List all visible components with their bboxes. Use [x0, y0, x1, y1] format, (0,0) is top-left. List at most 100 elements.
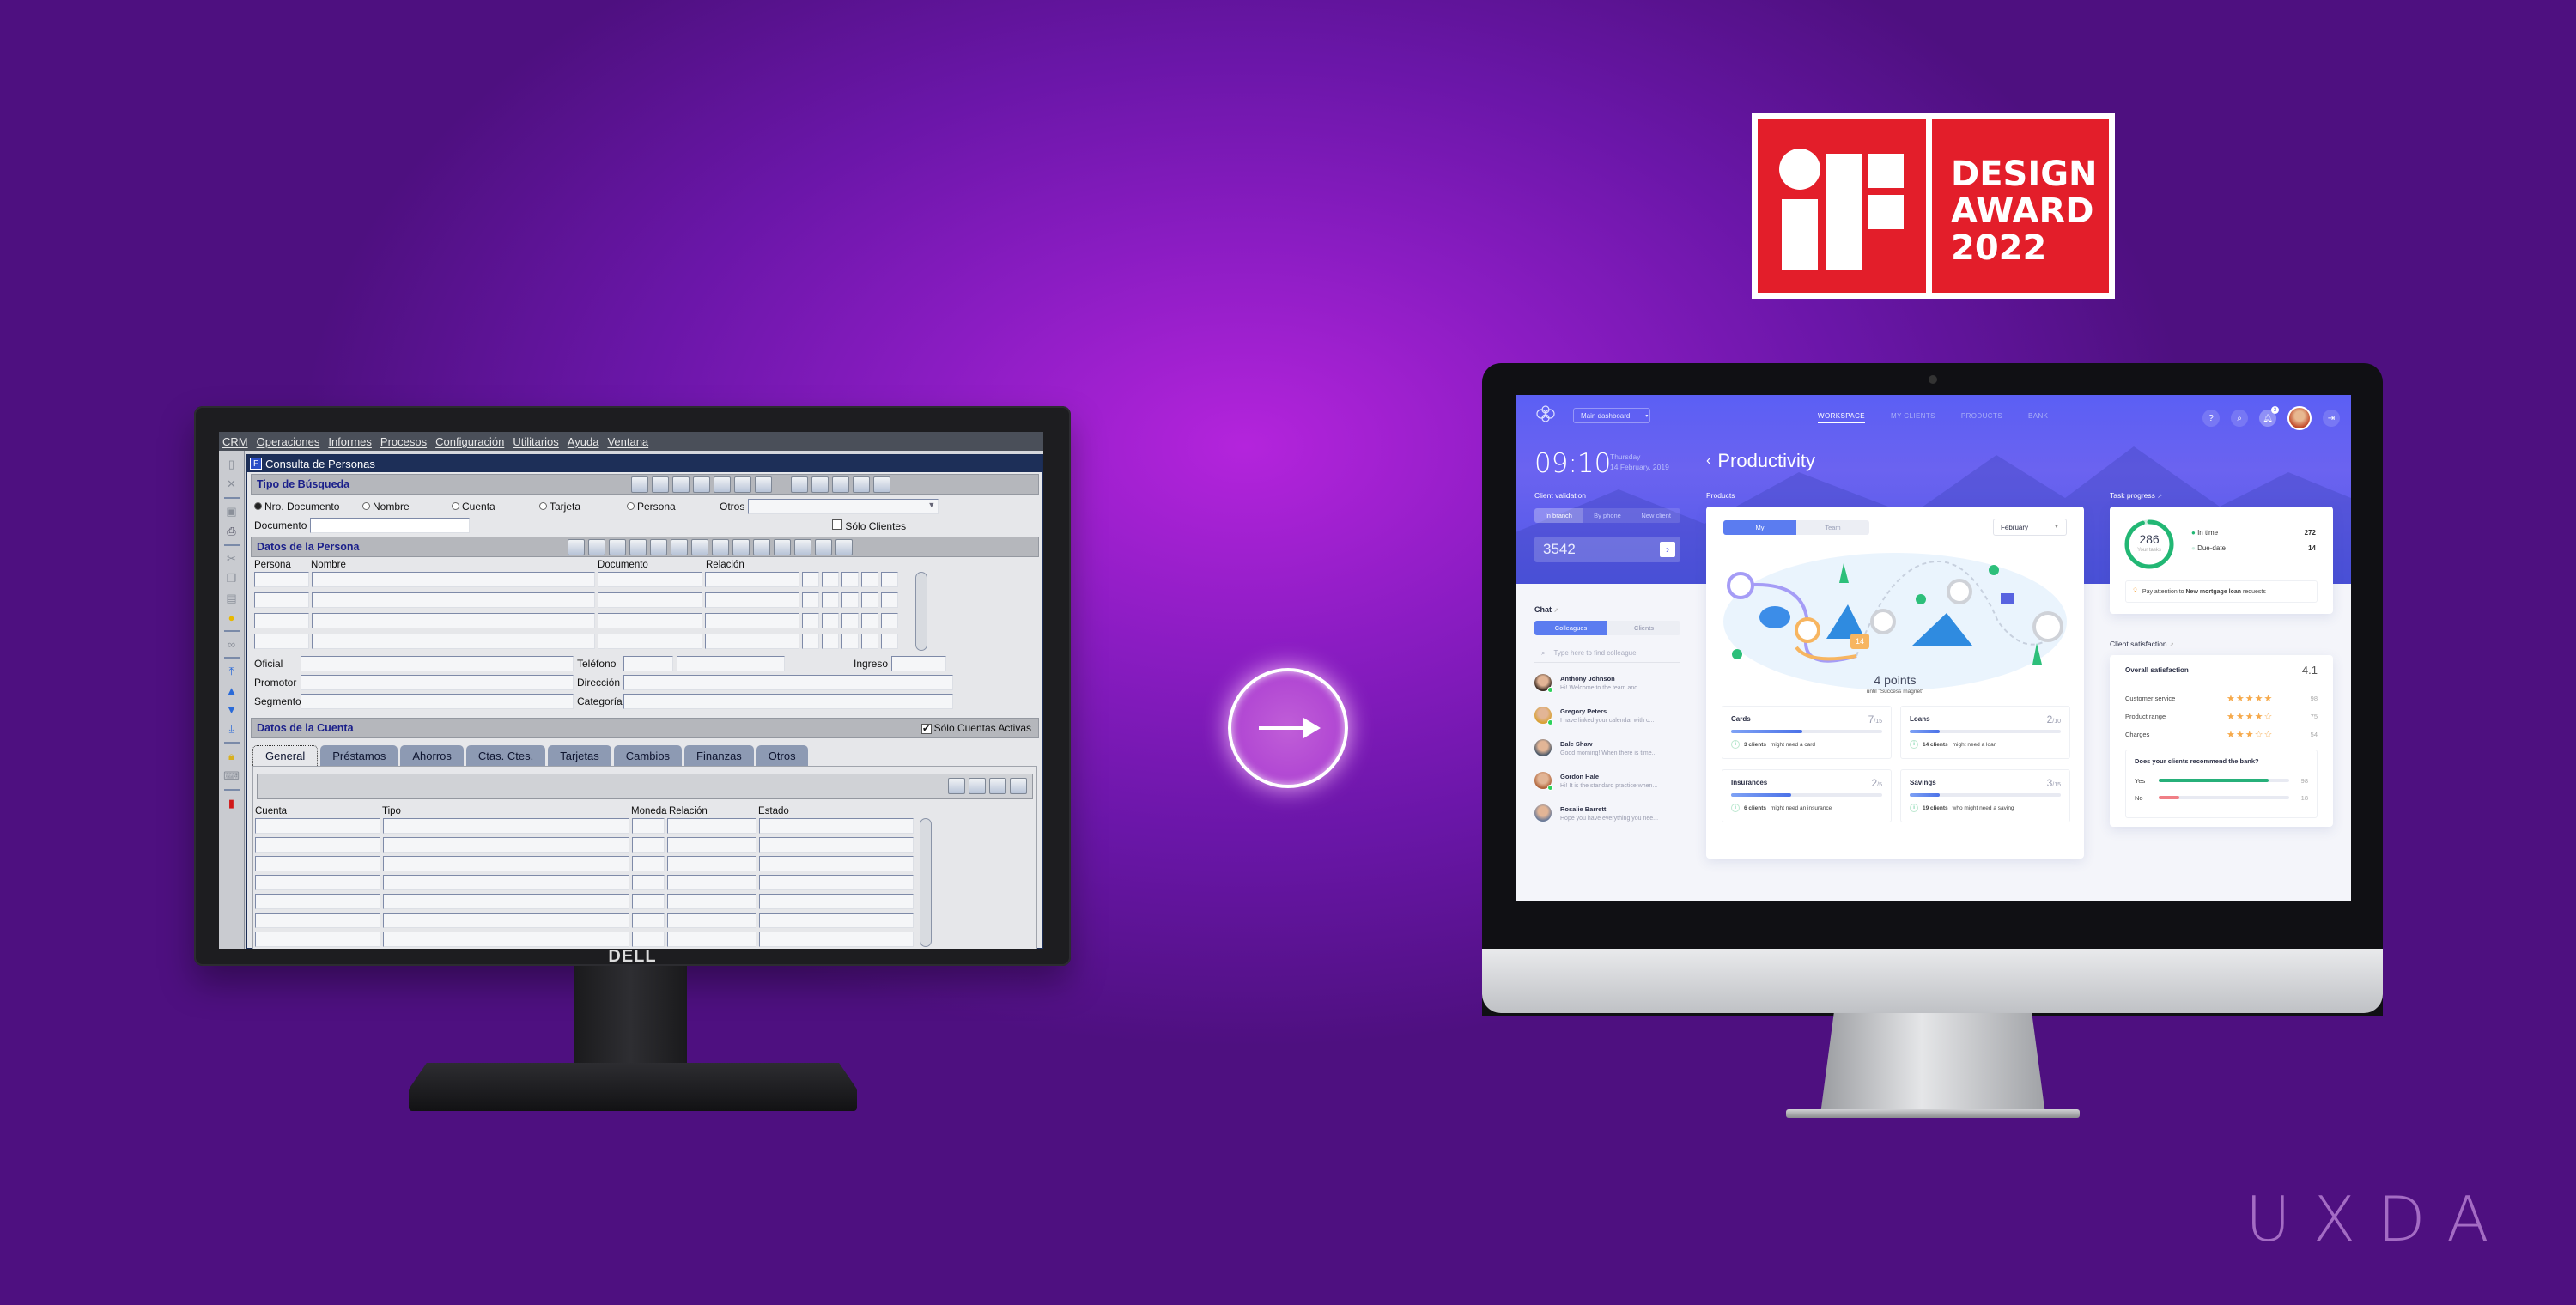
group-icon[interactable]	[609, 539, 626, 555]
search-icon[interactable]: ⌕	[2231, 410, 2248, 427]
grid-cell[interactable]	[667, 818, 756, 834]
grid-cell[interactable]	[667, 932, 756, 947]
nav-workspace[interactable]: WORKSPACE	[1818, 412, 1866, 423]
grid-flag-cell[interactable]	[822, 613, 839, 628]
menu-configuracion[interactable]: Configuración	[435, 435, 504, 448]
grid-flag-cell[interactable]	[861, 572, 878, 587]
grid-cell[interactable]	[759, 932, 914, 947]
submit-chevron-icon[interactable]: ›	[1660, 542, 1675, 557]
radio-cuenta[interactable]: Cuenta	[452, 501, 536, 513]
categoria-select[interactable]	[623, 694, 953, 709]
chat-item[interactable]: Dale Shaw Good morning! When there is tim…	[1534, 739, 1680, 756]
grid-cell[interactable]	[383, 856, 629, 871]
month-select[interactable]: February ▼	[1993, 519, 2067, 536]
grid-flag-cell[interactable]	[822, 634, 839, 649]
person-info-icon[interactable]	[671, 539, 688, 555]
grid-cell[interactable]	[632, 932, 665, 947]
grid-cell[interactable]	[255, 818, 380, 834]
lock-icon[interactable]: 🔒︎	[228, 750, 234, 763]
grid-cell[interactable]	[705, 613, 799, 628]
solo-cuentas-activas-checkbox[interactable]: ✔ Sólo Cuentas Activas	[920, 722, 1031, 734]
grid-cell[interactable]	[383, 818, 629, 834]
external-link-icon[interactable]: ↗	[2157, 494, 2162, 500]
tab-otros[interactable]: Otros	[756, 745, 808, 766]
next-icon[interactable]	[835, 539, 853, 555]
help-icon[interactable]: ?	[2202, 410, 2220, 427]
report-2-icon[interactable]	[794, 539, 811, 555]
tab-my[interactable]: My	[1723, 520, 1796, 535]
grid-flag-cell[interactable]	[841, 613, 859, 628]
grid-cell[interactable]	[255, 837, 380, 853]
external-link-icon[interactable]: ↗	[1554, 608, 1559, 614]
grid-cell[interactable]	[598, 572, 702, 587]
grid-flag-cell[interactable]	[861, 592, 878, 608]
client-id-input[interactable]: 3542 ›	[1534, 537, 1680, 562]
logout-icon[interactable]: ⇥	[2323, 410, 2340, 427]
grid-cell[interactable]	[383, 837, 629, 853]
grid-cell[interactable]	[667, 837, 756, 853]
nav-bank[interactable]: BANK	[2028, 412, 2048, 423]
grid-cell[interactable]	[759, 818, 914, 834]
grid-cell[interactable]	[383, 894, 629, 909]
external-link-icon[interactable]: ↗	[2169, 642, 2174, 648]
grid-cell[interactable]	[632, 894, 665, 909]
back-chevron-icon[interactable]: ‹	[1706, 453, 1710, 469]
chat-item[interactable]: Anthony Johnson Hi! Welcome to the team a…	[1534, 674, 1680, 693]
book-icon[interactable]	[650, 539, 667, 555]
grid-cell[interactable]	[254, 613, 309, 628]
close-document-icon[interactable]: ✕	[227, 477, 236, 491]
grid-cell[interactable]	[705, 634, 799, 649]
menu-informes[interactable]: Informes	[328, 435, 372, 448]
sum-icon[interactable]	[568, 539, 585, 555]
grid-cell[interactable]	[255, 856, 380, 871]
tab-tarjetas[interactable]: Tarjetas	[548, 745, 611, 766]
save-icon[interactable]: ▣	[226, 505, 236, 519]
add-person-icon[interactable]	[652, 476, 669, 493]
grid-flag-cell[interactable]	[822, 572, 839, 587]
first-record-icon[interactable]: ⤒	[229, 665, 234, 678]
currency-icon[interactable]	[755, 476, 772, 493]
tab-colleagues[interactable]: Colleagues	[1534, 621, 1607, 635]
telefono-input[interactable]	[677, 656, 785, 671]
grid-cell[interactable]	[598, 634, 702, 649]
menu-ventana[interactable]: Ventana	[607, 435, 648, 448]
grid-cell[interactable]	[312, 572, 595, 587]
previous-record-icon[interactable]: ▲	[226, 684, 237, 697]
grid-cell[interactable]	[632, 856, 665, 871]
account-grid-scrollbar[interactable]	[920, 818, 932, 947]
grid-cell[interactable]	[254, 634, 309, 649]
excel-icon[interactable]	[832, 476, 849, 493]
grid-cell[interactable]	[667, 856, 756, 871]
nav-products[interactable]: PRODUCTS	[1961, 412, 2002, 423]
product-card-loans[interactable]: Loans 2/10 i 14 clients might need a loan	[1900, 706, 2070, 759]
grid-cell[interactable]	[705, 592, 799, 608]
person-search-icon[interactable]	[588, 539, 605, 555]
menu-crm[interactable]: CRM	[222, 435, 248, 448]
grid-cell[interactable]	[667, 875, 756, 890]
grid-cell[interactable]	[759, 856, 914, 871]
radio-tarjeta[interactable]: Tarjeta	[539, 501, 623, 513]
grid-flag-cell[interactable]	[802, 613, 819, 628]
grid-cell[interactable]	[667, 894, 756, 909]
otros-select[interactable]: ▼	[748, 499, 939, 514]
grid-cell[interactable]	[632, 818, 665, 834]
grid-cell[interactable]	[759, 875, 914, 890]
tab-ahorros[interactable]: Ahorros	[400, 745, 464, 766]
grid-cell[interactable]	[632, 875, 665, 890]
notifications-bell-icon[interactable]: 🔔︎ 3	[2259, 406, 2279, 427]
internet-explorer-icon[interactable]	[811, 476, 829, 493]
tab-general[interactable]: General	[252, 745, 319, 766]
note-icon[interactable]	[629, 539, 647, 555]
grid-cell[interactable]	[632, 913, 665, 928]
nav-my-clients[interactable]: MY CLIENTS	[1891, 412, 1935, 423]
grid-flag-cell[interactable]	[841, 592, 859, 608]
segmento-input[interactable]	[301, 694, 574, 709]
solo-clientes-checkbox[interactable]: Sólo Clientes	[832, 519, 906, 532]
preview-icon[interactable]	[969, 778, 986, 794]
grid-cell[interactable]	[254, 592, 309, 608]
grid-cell[interactable]	[255, 894, 380, 909]
history-icon[interactable]	[732, 539, 750, 555]
menu-utilitarios[interactable]: Utilitarios	[513, 435, 558, 448]
shapes-icon[interactable]	[753, 539, 770, 555]
radio-nro-documento[interactable]: Nro. Documento	[254, 501, 359, 513]
